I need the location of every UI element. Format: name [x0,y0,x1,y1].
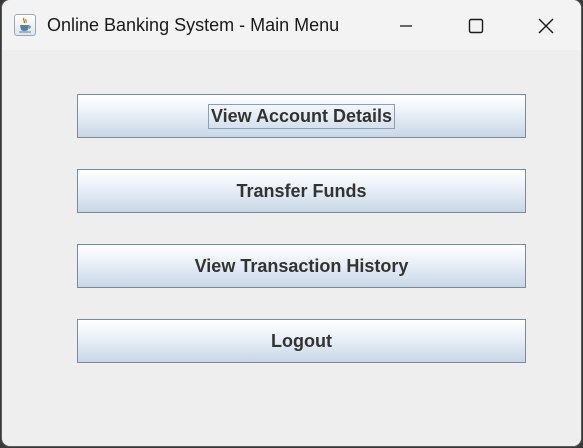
minimize-icon [400,25,412,27]
view-transaction-history-button[interactable]: View Transaction History [77,244,526,288]
button-label: Logout [271,330,332,351]
view-account-details-button[interactable]: View Account Details [77,94,526,138]
main-menu-window: Online Banking System - Main Menu View A… [2,0,581,446]
java-cup-icon [14,14,36,36]
main-menu-panel: View Account Details Transfer Funds View… [2,50,581,446]
maximize-icon [468,18,484,34]
button-label: View Transaction History [194,255,409,276]
button-label: Transfer Funds [236,180,367,201]
button-label: View Account Details [207,103,396,129]
logout-button[interactable]: Logout [77,319,526,363]
maximize-button[interactable] [452,8,500,44]
close-button[interactable] [522,8,570,44]
close-icon [538,18,554,34]
window-title: Online Banking System - Main Menu [47,15,340,35]
transfer-funds-button[interactable]: Transfer Funds [77,169,526,213]
minimize-button[interactable] [382,8,430,44]
title-bar[interactable]: Online Banking System - Main Menu [2,0,581,50]
